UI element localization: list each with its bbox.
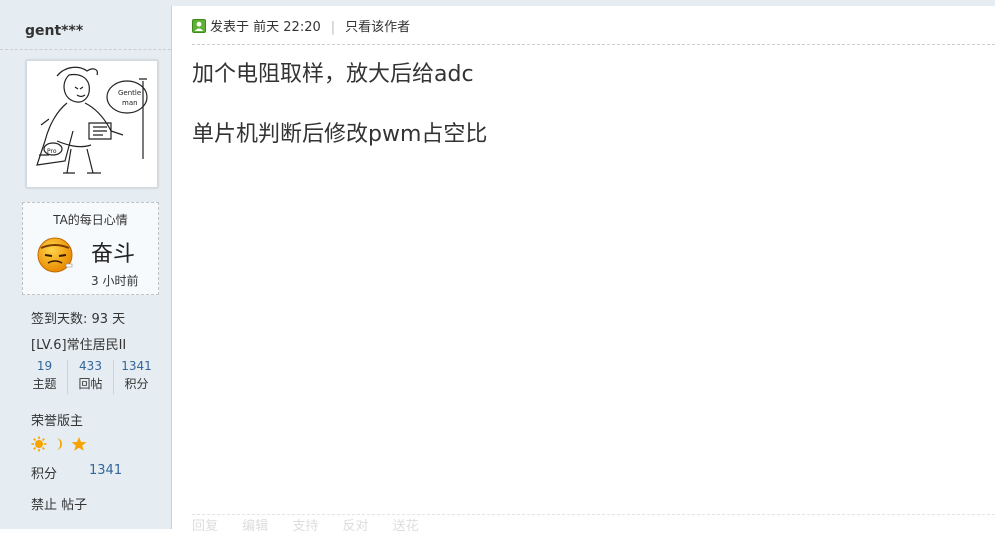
ban-status: 禁止 帖子 (31, 498, 88, 513)
stat-credits-label: 积分 (124, 377, 149, 391)
credits-value[interactable]: 1341 (89, 463, 122, 478)
moon-icon[interactable] (56, 438, 62, 450)
posted-prefix: 发表于 (210, 20, 250, 35)
post-info-bar: 发表于 前天 22:20 | 只看该作者 (192, 16, 995, 45)
oppose-button[interactable]: 反对 (342, 519, 368, 534)
striving-face-icon (37, 237, 73, 273)
user-level[interactable]: [LV.6]常住居民II (31, 334, 126, 353)
stat-credits[interactable]: 1341 积分 (114, 358, 159, 393)
author-username[interactable]: gent*** (0, 12, 171, 50)
credits-label: 积分 (31, 467, 58, 482)
mood-text: 奋斗 (91, 242, 136, 267)
medal-row (31, 436, 91, 452)
author-only-link[interactable]: 只看该作者 (345, 20, 410, 35)
svg-text:Gentle: Gentle (118, 89, 141, 97)
online-user-icon (192, 19, 206, 33)
post-main: 发表于 前天 22:20 | 只看该作者 加个电阻取样，放大后给adc 单片机判断后… (172, 6, 995, 534)
svg-text:Pro: Pro (47, 148, 57, 155)
send-flower-button[interactable]: 送花 (393, 519, 419, 534)
edit-button[interactable]: 编辑 (242, 519, 268, 534)
reply-button[interactable]: 回复 (192, 519, 218, 534)
stat-credits-value[interactable]: 1341 (114, 358, 159, 375)
sun-icon[interactable] (31, 436, 47, 452)
divider: | (330, 20, 336, 35)
post-content: 加个电阻取样，放大后给adc 单片机判断后修改pwm占空比 (192, 60, 487, 150)
stat-threads-label: 主题 (32, 377, 57, 391)
stat-threads[interactable]: 19 主题 (22, 358, 67, 393)
avatar-sketch-icon: Gentle man Pro (36, 66, 148, 174)
daily-mood-card: TA的每日心情 奋斗 3 小时前 (22, 202, 159, 295)
svg-text:man: man (122, 99, 138, 107)
star-icon[interactable] (71, 437, 87, 451)
mood-time: 3 小时前 (91, 274, 139, 288)
stat-threads-value[interactable]: 19 (22, 358, 67, 375)
post-paragraph: 单片机判断后修改pwm占空比 (192, 122, 488, 147)
post-action-bar: 回复 编辑 支持 反对 送花 (192, 514, 995, 536)
posted-time: 前天 22:20 (253, 20, 321, 35)
mood-title: TA的每日心情 (53, 213, 128, 227)
checkin-days: 签到天数: 93 天 (31, 312, 126, 327)
post-paragraph: 加个电阻取样，放大后给adc (192, 62, 474, 87)
user-stats: 19 主题 433 回帖 1341 积分 (22, 358, 157, 394)
support-button[interactable]: 支持 (292, 519, 318, 534)
avatar[interactable]: Gentle man Pro (26, 60, 158, 188)
author-sidebar: gent*** Gentle man Pro TA的每日心情 奋斗 3 小时前 … (0, 6, 172, 529)
honor-title[interactable]: 荣誉版主 (31, 410, 83, 429)
stat-replies[interactable]: 433 回帖 (68, 358, 113, 393)
stat-replies-value[interactable]: 433 (68, 358, 113, 375)
stat-replies-label: 回帖 (78, 377, 103, 391)
